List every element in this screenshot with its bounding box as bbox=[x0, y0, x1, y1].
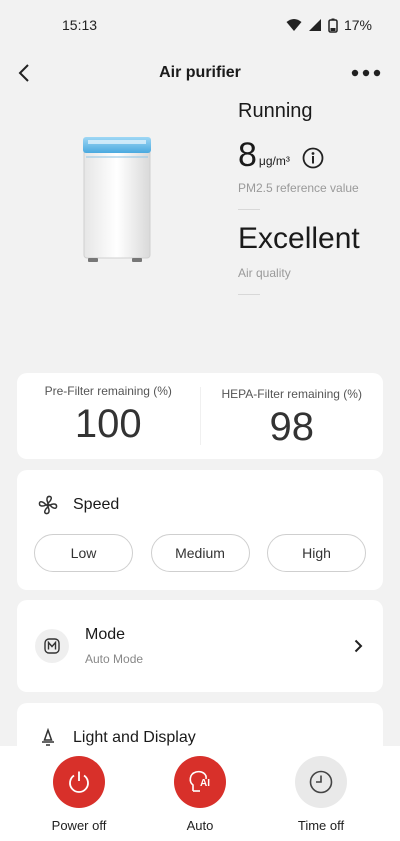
filter-status-card[interactable]: Pre-Filter remaining (%) 100 HEPA-Filter… bbox=[17, 373, 383, 459]
pm25-caption: PM2.5 reference value bbox=[238, 181, 359, 195]
mode-value: Auto Mode bbox=[85, 652, 144, 666]
air-quality-caption: Air quality bbox=[238, 266, 291, 280]
status-readout: Running 8 μg/m³ PM2.5 reference value Ex… bbox=[238, 100, 398, 307]
pre-filter-value: 100 bbox=[74, 402, 142, 446]
device-overview: Running 8 μg/m³ PM2.5 reference value Ex… bbox=[0, 96, 400, 366]
air-quality-value: Excellent bbox=[238, 222, 360, 255]
back-arrow-icon bbox=[18, 64, 29, 82]
power-icon bbox=[69, 771, 89, 793]
hepa-filter-label: HEPA-Filter remaining (%) bbox=[221, 387, 362, 401]
light-display-label: Light and Display bbox=[73, 729, 196, 746]
auto-label: Auto bbox=[186, 818, 214, 833]
bottom-action-bar: Power off AI Auto Time off bbox=[0, 746, 400, 841]
power-off-label: Power off bbox=[51, 818, 107, 833]
chevron-right-icon bbox=[354, 639, 363, 653]
svg-text:AI: AI bbox=[200, 778, 210, 789]
divider bbox=[238, 294, 260, 295]
speed-high-button[interactable]: High bbox=[267, 534, 366, 572]
light-display-header: Light and Display bbox=[17, 703, 383, 751]
power-off-button[interactable]: Power off bbox=[24, 746, 134, 841]
hepa-filter-value: 98 bbox=[269, 405, 315, 449]
back-button[interactable] bbox=[12, 60, 36, 86]
pm25-row: 8 μg/m³ bbox=[238, 137, 398, 173]
pm25-value: 8 bbox=[238, 136, 257, 174]
top-bar: Air purifier bbox=[0, 50, 400, 96]
speed-card: Speed Low Medium High bbox=[17, 470, 383, 590]
running-state: Running bbox=[238, 100, 313, 122]
divider bbox=[238, 209, 260, 210]
more-options-button[interactable] bbox=[350, 60, 382, 86]
power-button-circle bbox=[53, 756, 105, 808]
signal-icon bbox=[308, 19, 321, 31]
pre-filter-status: Pre-Filter remaining (%) 100 bbox=[17, 373, 200, 459]
pm25-unit: μg/m³ bbox=[258, 154, 290, 168]
clock-icon bbox=[309, 770, 333, 794]
mode-icon bbox=[35, 629, 69, 663]
timer-off-label: Time off bbox=[297, 818, 345, 833]
hepa-filter-status: HEPA-Filter remaining (%) 98 bbox=[199, 387, 384, 449]
battery-icon bbox=[328, 18, 338, 33]
timer-button-circle bbox=[295, 756, 347, 808]
fan-icon bbox=[35, 492, 61, 518]
page-title: Air purifier bbox=[159, 64, 241, 81]
speed-medium-button[interactable]: Medium bbox=[150, 534, 250, 572]
pre-filter-label: Pre-Filter remaining (%) bbox=[44, 384, 172, 398]
air-purifier-image bbox=[83, 137, 151, 262]
status-bar: 15:13 17% bbox=[0, 0, 400, 50]
mode-text: Mode Auto Mode bbox=[85, 626, 354, 666]
mode-card[interactable]: Mode Auto Mode bbox=[17, 600, 383, 692]
info-icon[interactable] bbox=[302, 147, 324, 169]
wifi-icon bbox=[286, 19, 302, 31]
status-icons: 17% bbox=[286, 17, 372, 33]
battery-percent: 17% bbox=[343, 17, 372, 33]
speed-header: Speed bbox=[17, 470, 383, 518]
speed-label: Speed bbox=[73, 496, 120, 513]
auto-button[interactable]: AI Auto bbox=[145, 746, 255, 841]
speed-low-button[interactable]: Low bbox=[34, 534, 133, 572]
mode-label: Mode bbox=[85, 626, 126, 643]
auto-button-circle: AI bbox=[174, 756, 226, 808]
status-time: 15:13 bbox=[62, 17, 98, 33]
ai-head-icon: AI bbox=[189, 770, 210, 792]
timer-off-button[interactable]: Time off bbox=[266, 746, 376, 841]
more-dots-icon bbox=[351, 69, 381, 77]
speed-options: Low Medium High bbox=[17, 518, 383, 572]
